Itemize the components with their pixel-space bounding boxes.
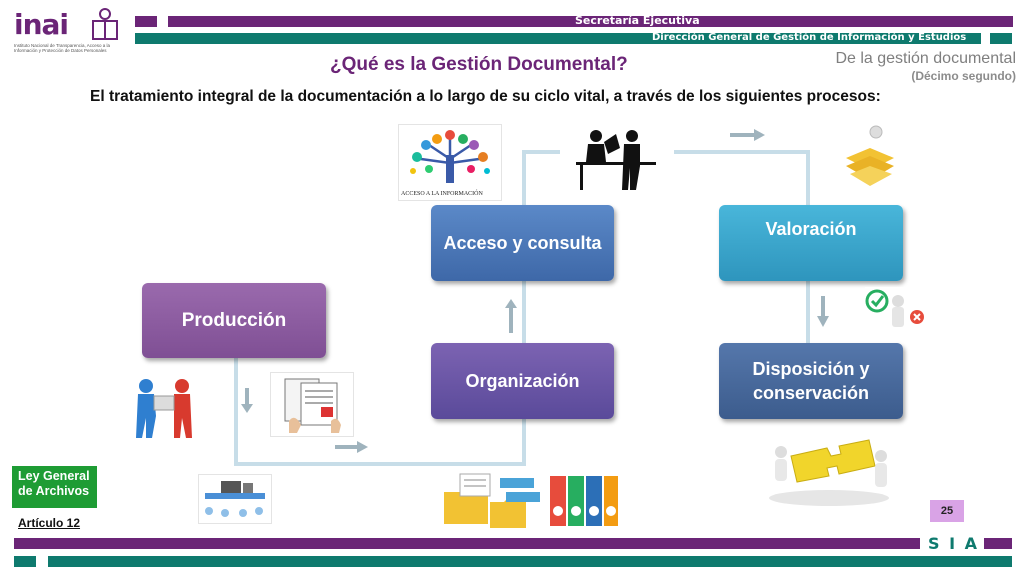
arrow-up-icon	[505, 299, 517, 333]
access-information-caption: ACCESO A LA INFORMACIÓN	[401, 191, 483, 197]
logo-wordmark: inai	[14, 8, 69, 41]
process-organizacion[interactable]: Organización	[431, 343, 614, 419]
folders-image	[836, 122, 904, 190]
folder-person-icon	[846, 125, 894, 186]
tree-icon	[410, 130, 490, 183]
section-sub: (Décimo segundo)	[911, 69, 1016, 83]
folders-binders-icon	[444, 473, 618, 528]
footer-teal-bar	[48, 556, 1012, 567]
article-label: Artículo 12	[18, 516, 81, 530]
footer-purple-stub	[984, 538, 1012, 549]
arrow-down-icon	[817, 296, 829, 327]
intro-text: El tratamiento integral de la documentac…	[90, 88, 881, 105]
binders-image	[440, 470, 620, 528]
puzzle-image	[757, 428, 901, 510]
page-number: 25	[930, 500, 964, 522]
process-acceso-consulta[interactable]: Acceso y consulta	[431, 205, 614, 281]
puzzle-people-icon	[769, 439, 889, 506]
footer-brand: S I A	[928, 534, 979, 553]
consultation-image	[560, 124, 674, 191]
people-reading-icon	[576, 130, 656, 190]
footer-purple-bar	[14, 538, 920, 549]
logo-mark-icon	[90, 8, 120, 42]
process-produccion[interactable]: Producción	[142, 283, 326, 358]
header-direccion: Dirección General de Gestión de Informac…	[652, 32, 967, 43]
network-desk-image	[198, 474, 272, 524]
document-icon	[284, 378, 341, 433]
footer-teal-stub	[14, 556, 36, 567]
law-badge: Ley General de Archivos	[12, 466, 97, 508]
access-information-image: ACCESO A LA INFORMACIÓN	[398, 124, 502, 201]
process-disposicion-conservacion[interactable]: Disposición y conservación	[719, 343, 903, 419]
arrow-right-icon	[335, 441, 368, 453]
section-name: De la gestión documental	[835, 50, 1016, 67]
arrow-down-icon	[241, 388, 253, 413]
logo-tagline: Instituto Nacional de Transparencia, Acc…	[14, 43, 111, 53]
check-cross-icon	[865, 289, 924, 327]
header-secretaria: Secretaría Ejecutiva	[575, 14, 700, 27]
header-teal-stub	[990, 33, 1012, 44]
page-title: ¿Qué es la Gestión Documental?	[330, 54, 628, 75]
computer-network-icon	[205, 481, 265, 517]
flow-line-bottom	[234, 462, 526, 466]
flow-line-prod-down	[234, 358, 238, 466]
documents-hands-image	[270, 372, 354, 437]
flow-line-val-down	[806, 150, 810, 210]
arrow-right-icon	[730, 129, 765, 141]
inai-logo: inai Instituto Nacional de Transparencia…	[12, 6, 124, 58]
process-valoracion[interactable]: Valoración	[719, 205, 903, 281]
people-exchange-icon	[136, 379, 192, 438]
header-purple-stub	[135, 16, 157, 27]
exchange-image	[130, 372, 198, 440]
evaluation-image	[865, 287, 929, 334]
flow-line-val-disp	[806, 280, 810, 344]
